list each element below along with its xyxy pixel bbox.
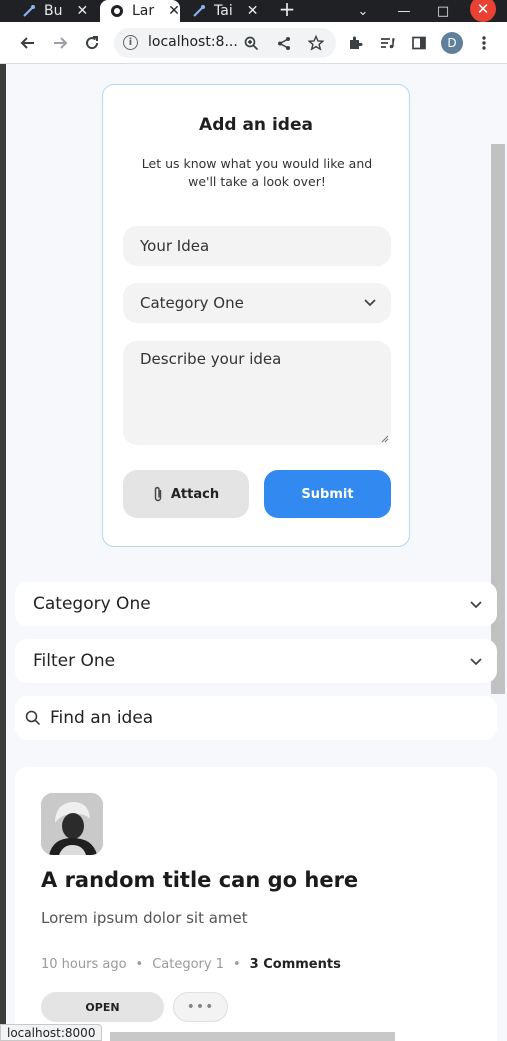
tab-2-label: Lar [132, 3, 155, 19]
other-filter-select[interactable]: Filter One [15, 639, 497, 683]
category-filter-value: Category One [33, 594, 151, 614]
tool-favicon-icon [22, 4, 36, 18]
search-placeholder: Find an idea [50, 708, 154, 728]
chevron-down-icon [470, 601, 482, 609]
idea-title-placeholder: Your Idea [140, 237, 210, 255]
horizontal-scrollbar[interactable] [110, 1032, 395, 1041]
back-icon[interactable] [16, 31, 40, 55]
profile-initial: D [447, 36, 457, 50]
more-options-icon: ••• [186, 999, 215, 1015]
close-icon[interactable]: ✕ [168, 3, 180, 19]
profile-avatar[interactable]: D [441, 32, 463, 54]
minimize-icon[interactable]: — [393, 0, 415, 22]
category-filter-select[interactable]: Category One [15, 582, 497, 626]
category-select-value: Category One [140, 294, 244, 312]
site-favicon-icon [110, 4, 124, 18]
description-textarea[interactable]: Describe your idea [123, 341, 391, 445]
attach-label: Attach [170, 486, 220, 502]
forward-icon[interactable] [48, 31, 72, 55]
new-tab-icon[interactable]: + [277, 0, 297, 22]
tab-1-label: Bu [44, 3, 63, 19]
tab-3-label: Tai [214, 3, 233, 19]
link-status-bar: localhost:8000 [0, 1024, 103, 1041]
resize-handle-icon[interactable] [381, 435, 389, 443]
add-idea-title: Add an idea [199, 115, 313, 135]
more-vert-icon[interactable] [472, 31, 496, 55]
close-icon[interactable]: ✕ [247, 3, 259, 19]
separator-dot: • [233, 957, 241, 972]
browser-tab-bar: Bu ✕ Lar ✕ Tai ✕ + ⌄ — □ ✕ [0, 0, 507, 22]
reload-icon[interactable] [80, 31, 104, 55]
chevron-down-icon[interactable]: ⌄ [352, 0, 374, 22]
media-queue-icon[interactable] [375, 31, 399, 55]
search-input[interactable]: Find an idea [15, 696, 497, 740]
add-idea-card: Add an idea Let us know what you would l… [102, 84, 410, 547]
browser-toolbar: i localhost:8... D [0, 22, 507, 64]
idea-category: Category 1 [152, 957, 224, 972]
address-bar[interactable]: i localhost:8... [114, 28, 336, 58]
add-idea-subtitle: Let us know what you would like and we'l… [141, 156, 373, 189]
idea-title-input[interactable]: Your Idea [123, 226, 391, 266]
idea-comments-link[interactable]: 3 Comments [250, 957, 341, 972]
avatar[interactable] [41, 793, 103, 855]
window-edge [0, 64, 6, 1041]
share-icon[interactable] [273, 32, 295, 54]
search-icon [25, 710, 41, 726]
submit-button[interactable]: Submit [264, 470, 391, 518]
info-icon[interactable]: i [123, 35, 138, 50]
close-icon[interactable]: ✕ [76, 3, 88, 19]
more-options-button[interactable]: ••• [173, 992, 228, 1022]
status-label: OPEN [85, 1000, 120, 1014]
chevron-down-icon [364, 299, 376, 307]
maximize-icon[interactable]: □ [432, 0, 454, 22]
chevron-down-icon [470, 658, 482, 666]
tab-3[interactable]: Tai ✕ [192, 0, 268, 22]
other-filter-value: Filter One [33, 651, 116, 671]
extensions-icon[interactable] [343, 31, 367, 55]
submit-label: Submit [301, 486, 354, 502]
url-text: localhost:8... [148, 34, 238, 50]
idea-meta: 10 hours ago • Category 1 • 3 Comments [41, 957, 341, 972]
zoom-icon[interactable] [240, 32, 262, 54]
attach-button[interactable]: Attach [123, 470, 249, 518]
idea-title[interactable]: A random title can go here [41, 868, 358, 892]
window-close-icon[interactable]: ✕ [470, 0, 496, 22]
bookmark-star-icon[interactable] [305, 32, 327, 54]
side-panel-icon[interactable] [407, 31, 431, 55]
tab-2[interactable]: Lar ✕ [100, 0, 180, 22]
idea-card[interactable]: A random title can go here Lorem ipsum d… [15, 767, 497, 1041]
description-placeholder: Describe your idea [140, 350, 282, 368]
status-url: localhost:8000 [7, 1025, 96, 1040]
tool-favicon-icon [192, 4, 206, 18]
separator-dot: • [135, 957, 144, 972]
paperclip-icon [154, 486, 162, 502]
status-badge[interactable]: OPEN [41, 992, 164, 1022]
page-content: Add an idea Let us know what you would l… [0, 64, 507, 1041]
tab-1[interactable]: Bu ✕ [22, 0, 98, 22]
category-select[interactable]: Category One [123, 283, 391, 323]
idea-time-ago: 10 hours ago [41, 957, 127, 972]
idea-description: Lorem ipsum dolor sit amet [41, 909, 248, 927]
